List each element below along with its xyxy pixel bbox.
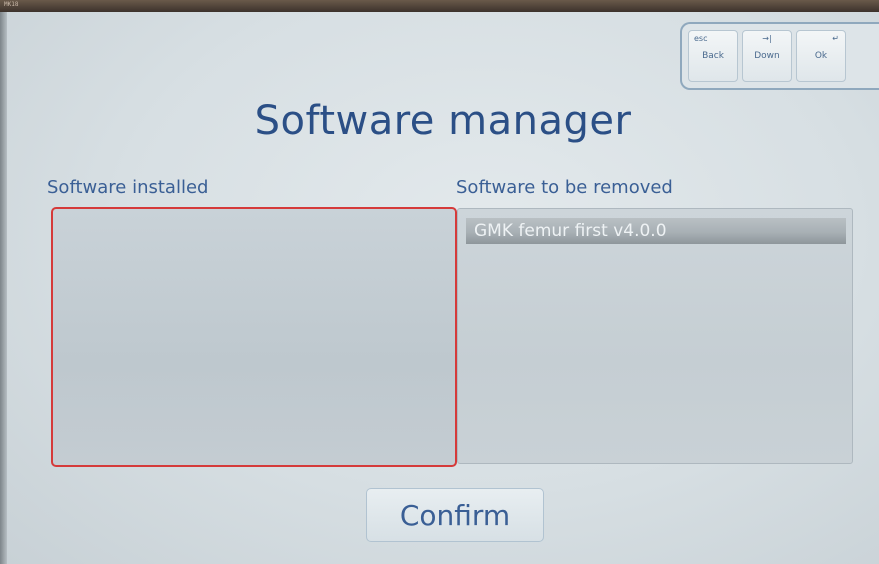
list-item-gmk-femur-first[interactable]: GMK femur first v4.0.0 (466, 218, 846, 244)
software-installed-list[interactable] (51, 207, 457, 467)
software-to-be-removed-list[interactable]: GMK femur first v4.0.0 (457, 208, 853, 464)
bezel-tag: MK18 (4, 1, 19, 8)
screen: esc Back →| Down ↵ Ok Software manager S… (7, 12, 879, 564)
back-key-button[interactable]: esc Back (688, 30, 738, 82)
software-to-be-removed-label: Software to be removed (456, 177, 673, 198)
ok-key-button[interactable]: ↵ Ok (796, 30, 846, 82)
key-hint-bar: esc Back →| Down ↵ Ok (680, 22, 879, 90)
down-key-label: Down (754, 51, 780, 61)
software-installed-label: Software installed (47, 177, 209, 198)
device-bezel-left (0, 12, 7, 564)
ok-key-label: Ok (814, 51, 828, 61)
down-key-button[interactable]: →| Down (742, 30, 792, 82)
tab-arrow-icon: →| (762, 34, 772, 43)
page-title: Software manager (254, 98, 632, 144)
esc-key-hint: esc (694, 34, 708, 43)
confirm-button[interactable]: Confirm (366, 488, 544, 542)
device-bezel-top: MK18 (0, 0, 879, 12)
enter-arrow-icon: ↵ (832, 34, 839, 43)
back-key-label: Back (702, 51, 724, 61)
